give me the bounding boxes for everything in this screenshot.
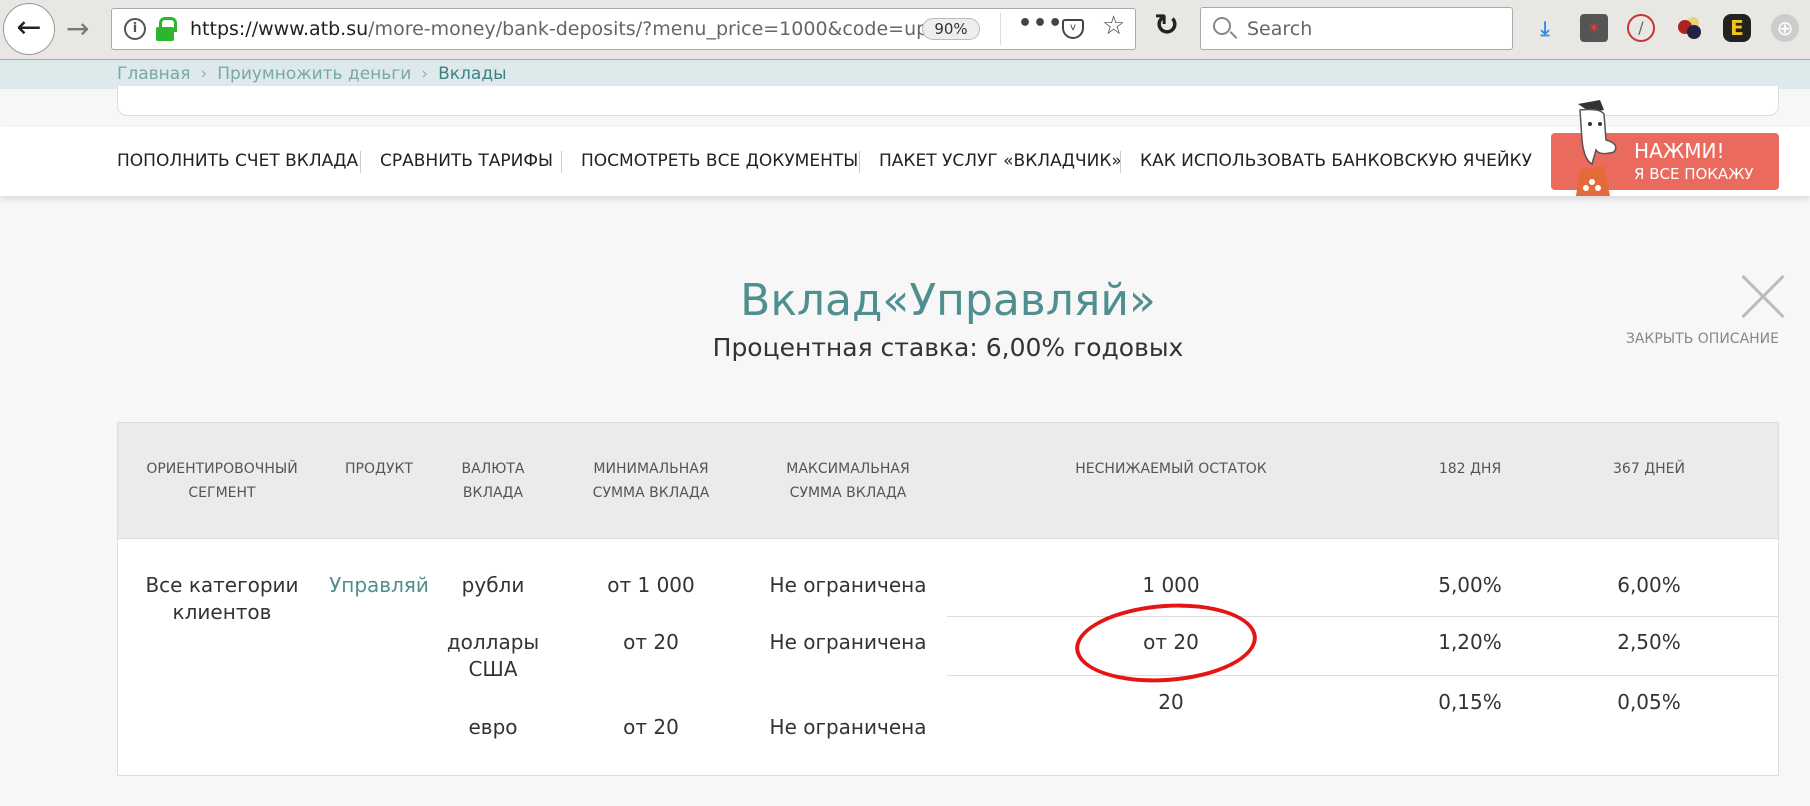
nav-compare-tariffs[interactable]: СРАВНИТЬ ТАРИФЫ	[380, 151, 553, 171]
interest-rate: Процентная ставка: 6,00% годовых	[712, 333, 1184, 362]
search-input[interactable]: Search	[1200, 7, 1513, 50]
min-sum-cell: от 1 000	[607, 573, 695, 597]
table-header: ОРИЕНТИРОВОЧНЫЙ СЕГМЕНТ ПРОДУКТ ВАЛЮТА ВКЛ…	[118, 423, 1778, 539]
deposit-table: ОРИЕНТИРОВОЧНЫЙ СЕГМЕНТ ПРОДУКТ ВАЛЮТА ВКЛ…	[117, 422, 1779, 776]
bookmark-star-icon[interactable]: ☆	[1102, 11, 1125, 41]
extension-block-icon[interactable]: /	[1627, 14, 1655, 42]
back-button[interactable]: ←	[3, 3, 55, 55]
reload-icon[interactable]: ↻	[1154, 8, 1179, 43]
header-182-days: 182 ДНЯ	[1438, 461, 1502, 477]
search-placeholder: Search	[1247, 18, 1313, 40]
breadcrumb-home[interactable]: Главная	[117, 64, 190, 84]
content-card	[117, 86, 1779, 116]
extension-balls-icon[interactable]	[1676, 14, 1704, 42]
lock-icon[interactable]	[156, 17, 177, 41]
breadcrumb: Главная › Приумножить деньги › Вклады	[0, 60, 1810, 89]
address-bar[interactable]: i https://www.atb.su/more-money/bank-dep…	[111, 8, 1136, 50]
row-divider	[947, 675, 1778, 676]
rate-367-cell: 0,05%	[1617, 690, 1681, 714]
max-sum-cell: Не ограничена	[769, 715, 927, 739]
max-sum-cell: Не ограничена	[769, 630, 927, 654]
cta-line1: НАЖМИ!	[1634, 139, 1725, 163]
nav-all-documents[interactable]: ПОСМОТРЕТЬ ВСЕ ДОКУМЕНТЫ	[581, 151, 858, 171]
rate-182-cell: 1,20%	[1438, 630, 1502, 654]
search-icon	[1213, 17, 1231, 35]
header-min-balance: НЕСНИЖАЕМЫЙ ОСТАТОК	[1075, 461, 1267, 477]
min-sum-cell: от 20	[623, 630, 679, 654]
breadcrumb-deposits[interactable]: Вклады	[438, 64, 506, 84]
nav-service-package[interactable]: ПАКЕТ УСЛУГ «ВКЛАДЧИК»	[879, 151, 1122, 171]
nav-top-up[interactable]: ПОПОЛНИТЬ СЧЕТ ВКЛАДА	[117, 151, 358, 171]
rate-367-cell: 2,50%	[1617, 630, 1681, 654]
min-balance-cell: 20	[1158, 690, 1184, 714]
forward-button[interactable]: →	[66, 12, 89, 45]
rate-182-cell: 0,15%	[1438, 690, 1502, 714]
close-description-link[interactable]: ЗАКРЫТЬ ОПИСАНИЕ	[1626, 331, 1779, 347]
min-balance-cell: 1 000	[1142, 573, 1200, 597]
row-divider	[947, 616, 1778, 617]
extension-e-icon[interactable]: E	[1723, 14, 1751, 42]
info-icon[interactable]: i	[124, 18, 146, 40]
divider	[360, 151, 361, 173]
nav-safe-box[interactable]: КАК ИСПОЛЬЗОВАТЬ БАНКОВСКУЮ ЯЧЕЙКУ	[1140, 151, 1532, 171]
min-sum-cell: от 20	[623, 715, 679, 739]
download-icon[interactable]: ⤓	[1531, 14, 1559, 42]
header-367-days: 367 ДНЕЙ	[1613, 461, 1685, 477]
divider	[1000, 13, 1001, 45]
divider	[1120, 151, 1121, 173]
cta-line2: Я ВСЕ ПОКАЖУ	[1634, 165, 1754, 183]
rate-182-cell: 5,00%	[1438, 573, 1502, 597]
url-text[interactable]: https://www.atb.su/more-money/bank-depos…	[190, 18, 980, 40]
max-sum-cell: Не ограничена	[769, 573, 927, 597]
chevron-right-icon: ›	[200, 64, 208, 84]
rate-367-cell: 6,00%	[1617, 573, 1681, 597]
mascot-illustration	[1576, 100, 1617, 196]
url-host: https://www.atb.su	[190, 18, 369, 40]
divider	[561, 151, 562, 173]
globe-icon[interactable]: ⊕	[1771, 14, 1799, 42]
browser-toolbar: ← → i https://www.atb.su/more-money/bank…	[0, 0, 1810, 60]
pocket-icon[interactable]: v	[1062, 19, 1084, 39]
divider	[859, 151, 860, 173]
close-icon[interactable]	[1742, 275, 1784, 317]
deposit-nav: ПОПОЛНИТЬ СЧЕТ ВКЛАДА СРАВНИТЬ ТАРИФЫ ПО…	[0, 127, 1810, 196]
zoom-indicator[interactable]: 90%	[922, 18, 980, 40]
url-path: /more-money/bank-deposits/?menu_price=10…	[368, 18, 929, 40]
header-max-sum: МАКСИМАЛЬНАЯ СУММА ВКЛАДА	[786, 461, 910, 501]
extension-stars-icon[interactable]: ✶	[1580, 14, 1608, 42]
deposit-title: Вклад«Управляй»	[740, 275, 1156, 326]
header-min-sum: МИНИМАЛЬНАЯ СУММА ВКЛАДА	[592, 461, 710, 501]
more-icon[interactable]: •••	[1018, 11, 1063, 36]
chevron-right-icon: ›	[421, 64, 429, 84]
breadcrumb-grow-money[interactable]: Приумножить деньги	[217, 64, 411, 84]
